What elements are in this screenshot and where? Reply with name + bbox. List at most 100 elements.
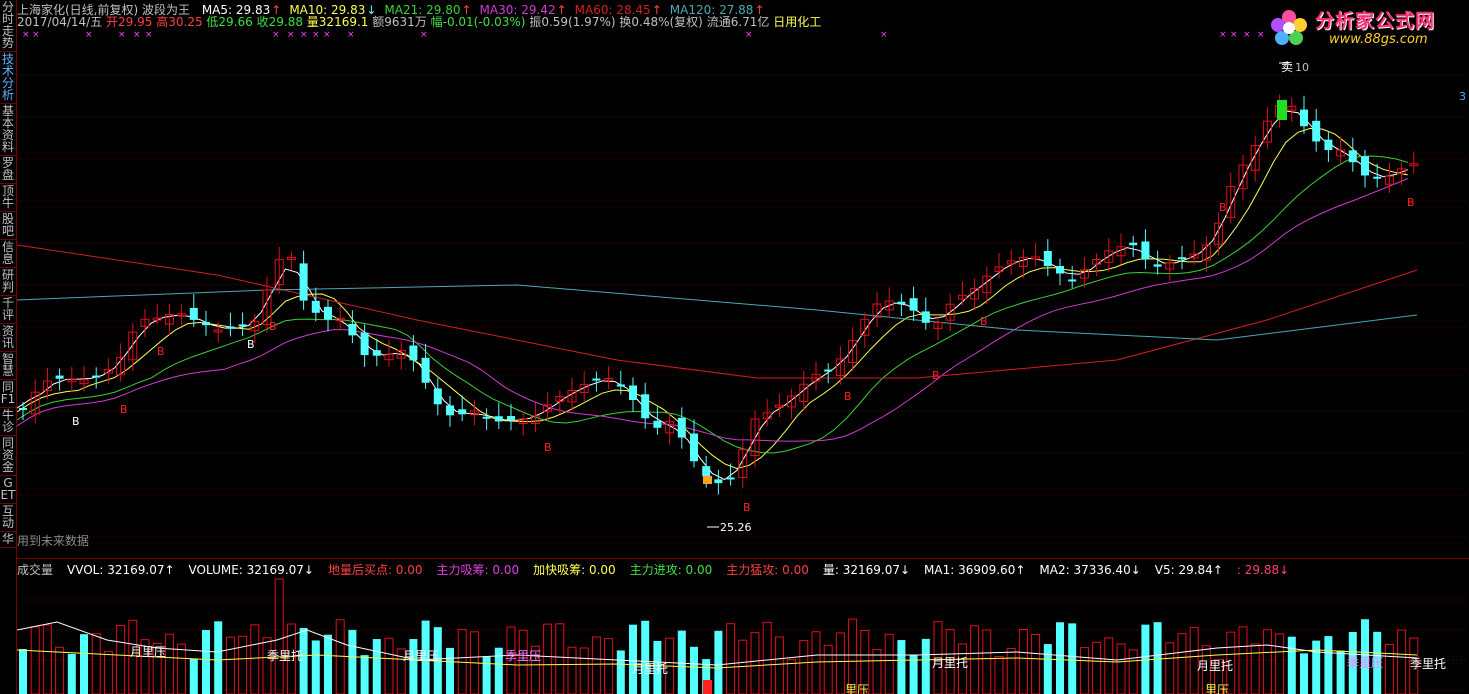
- signal-mark: ×: [272, 30, 280, 40]
- volume-bar: [579, 647, 589, 694]
- signal-mark: ×: [323, 30, 331, 40]
- volume-bar: [91, 633, 101, 694]
- candle-body: [714, 479, 723, 484]
- volume-label: 月里托: [1197, 659, 1233, 673]
- buy-marker: B: [932, 369, 940, 382]
- signal-mark: ×: [22, 30, 30, 40]
- sidebar-item-5[interactable]: 股吧: [0, 212, 16, 240]
- candle-body: [641, 394, 650, 419]
- volume-bar: [324, 634, 332, 694]
- volume-bar: [750, 632, 760, 694]
- volume-bar: [225, 636, 235, 694]
- volume-bar: [409, 638, 418, 694]
- sidebar-item-16[interactable]: 华: [0, 532, 16, 548]
- sidebar-item-8[interactable]: 千评: [0, 296, 16, 324]
- signal-mark: ×: [347, 30, 355, 40]
- buy-marker: B: [120, 403, 128, 416]
- signal-mark: ×: [745, 30, 753, 40]
- signal-mark: ×: [420, 30, 428, 40]
- candle-body: [824, 369, 833, 372]
- volume-indicator-1: VVOL: 32169.07↑: [67, 563, 175, 577]
- volume-bar: [274, 578, 284, 694]
- ma-line-3: [17, 178, 1408, 442]
- sidebar-item-11[interactable]: 同F1: [0, 380, 16, 408]
- sidebar-item-10[interactable]: 智慧: [0, 352, 16, 380]
- candle-body: [446, 405, 454, 416]
- signal-mark: ×: [1219, 30, 1227, 40]
- future-data-note: 用到未来数据: [17, 534, 90, 548]
- candle-body: [677, 417, 686, 438]
- signal-mark: ×: [1230, 30, 1238, 40]
- volume-label: 季里托: [1410, 657, 1446, 671]
- industry: 日用化工: [773, 15, 822, 29]
- logo-url: www.88gs.com: [1329, 32, 1428, 47]
- sidebar-item-2[interactable]: 基本资料: [0, 104, 16, 156]
- volume-bar: [616, 650, 625, 694]
- candle-body: [494, 416, 503, 422]
- volume-label: 季里压: [1347, 656, 1383, 670]
- candle-body: [909, 298, 918, 311]
- volume-bar: [1397, 629, 1407, 694]
- volume-bar: [1300, 653, 1308, 694]
- candle-body: [507, 416, 515, 421]
- volume-bar: [202, 630, 210, 694]
- candle-body: [1312, 120, 1321, 142]
- candle-body: [702, 466, 711, 477]
- signal-mark: ×: [85, 30, 93, 40]
- signal-mark: ×: [300, 30, 308, 40]
- volume-bar: [482, 656, 491, 694]
- candle-body: [19, 408, 27, 410]
- volume-bar: [1092, 641, 1102, 694]
- candle-body: [1178, 257, 1186, 260]
- volume-bar: [55, 646, 65, 694]
- low: 低29.66: [206, 15, 253, 29]
- candle-body: [897, 301, 906, 305]
- volume-bar: [177, 643, 187, 694]
- volume-bar: [19, 649, 27, 694]
- sidebar-item-14[interactable]: GET: [0, 476, 16, 504]
- volume-bar: [1312, 640, 1321, 694]
- signal-mark: ×: [118, 30, 126, 40]
- candle-body: [1043, 251, 1052, 267]
- volume-indicator-7: 主力猛攻: 0.00: [726, 563, 809, 577]
- kline-canvas[interactable]: × × × × × × × × × × × × × × × × × × ×BBBBBBBBBBB B卖 1025.263…: [17, 0, 1469, 694]
- sidebar-item-0[interactable]: 分时走势: [0, 0, 16, 52]
- open: 开29.95: [106, 15, 153, 29]
- volume-bar: [787, 658, 797, 694]
- date: 2017/04/14/五: [17, 15, 103, 29]
- sidebar-item-7[interactable]: 研判: [0, 268, 16, 296]
- volume-bar: [238, 635, 248, 694]
- sidebar-item-15[interactable]: 互动: [0, 504, 16, 532]
- volume-indicator-3: 地量后买点: 0.00: [327, 563, 423, 577]
- candle-body: [311, 300, 320, 313]
- sidebar-item-1[interactable]: 技术分析: [0, 52, 16, 104]
- volume-bar: [262, 637, 272, 694]
- side-nav: 分时走势 技术分析 基本资料 罗盘 顶牛 股吧 信息 研判 千评 资讯 智慧 同F1 牛诊 同资金 GET 互…: [0, 0, 17, 694]
- volume-bar: [214, 621, 223, 694]
- sidebar-item-3[interactable]: 罗盘: [0, 156, 16, 184]
- volume-bar: [835, 632, 845, 694]
- sidebar-item-4[interactable]: 顶牛: [0, 184, 16, 212]
- volume-bar: [372, 639, 381, 694]
- volume-indicator-10: MA2: 37336.40↓: [1039, 563, 1141, 577]
- volume-bar: [1165, 642, 1175, 694]
- candle-body: [1068, 279, 1077, 282]
- volume-indicator-9: MA1: 36909.60↑: [924, 563, 1026, 577]
- signal-mark: ×: [133, 30, 141, 40]
- volume-bar: [1336, 650, 1345, 694]
- volume-indicator-5: 加快吸筹: 0.00: [533, 563, 616, 577]
- volume-bar: [1116, 643, 1126, 694]
- volume-indicator-0: 成交量: [17, 563, 54, 577]
- brand-logo[interactable]: 分析家公式网 www.88gs.com: [1263, 2, 1463, 54]
- volume-bar: [1018, 629, 1028, 694]
- volume-bar-highlight: [703, 680, 712, 694]
- sidebar-item-9[interactable]: 资讯: [0, 324, 16, 352]
- volume-label: 月里托: [632, 662, 668, 676]
- sidebar-item-13[interactable]: 同资金: [0, 436, 16, 476]
- sidebar-item-12[interactable]: 牛诊: [0, 408, 16, 436]
- ma-line-5: [17, 284, 1418, 341]
- sidebar-item-6[interactable]: 信息: [0, 240, 16, 268]
- ohlc-row: 2017/04/14/五 开29.95 高30.25 低29.66 收29.88…: [17, 13, 821, 30]
- volume-bar: [994, 656, 1004, 694]
- volume-bar: [1043, 644, 1052, 694]
